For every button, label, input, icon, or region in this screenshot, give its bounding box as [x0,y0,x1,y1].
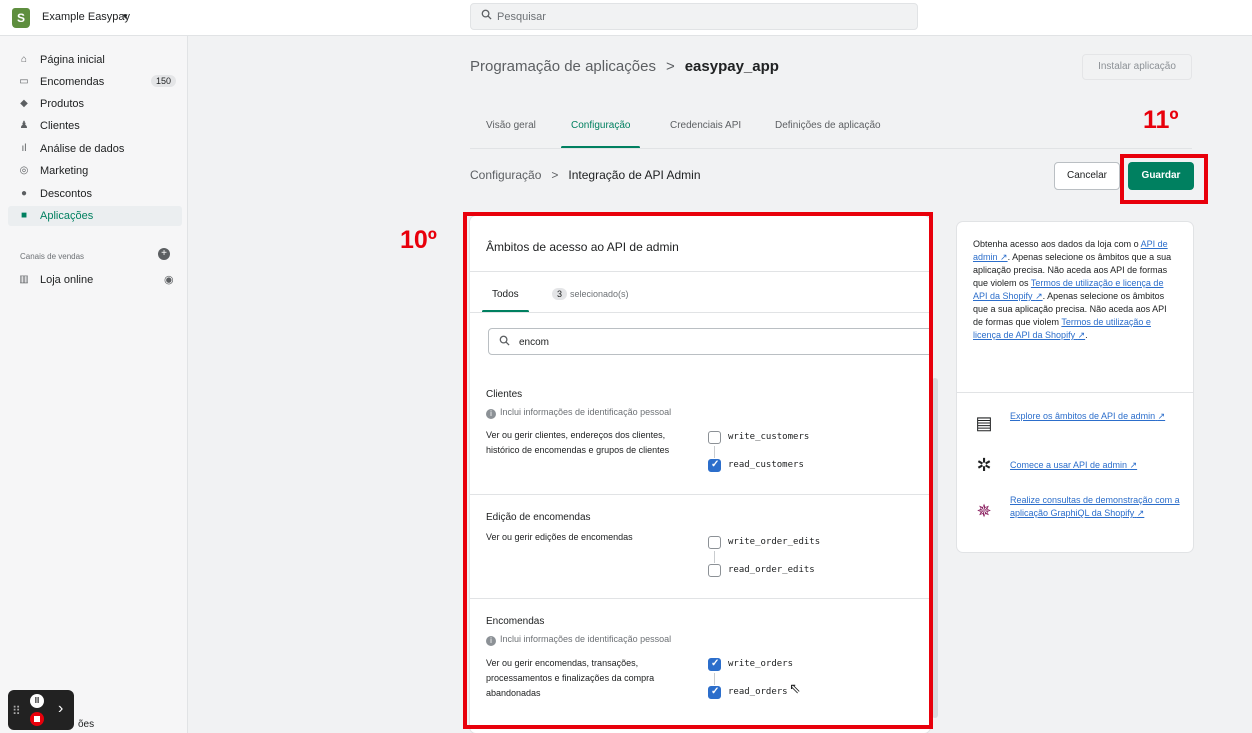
info-text: Obtenha acesso aos dados da loja com o [973,239,1141,249]
document-icon: ▤ [975,413,993,433]
chevron-right-icon[interactable]: › [58,700,63,718]
link-label: Realize consultas de demonstração com a … [1010,495,1180,518]
sidebar-item-customers[interactable]: ♟ Clientes [8,116,182,136]
link-label: Explore os âmbitos de API de admin [1010,411,1156,421]
shopify-bag-icon[interactable]: S [12,8,30,28]
breadcrumb-parent[interactable]: Programação de aplicações [470,58,656,75]
info-text: . [1085,330,1088,340]
tabs-divider [470,148,1192,149]
page-title: easypay_app [684,58,779,75]
add-channel-icon[interactable]: + [158,248,170,260]
breadcrumb: Programação de aplicações > easypay_app [470,58,779,75]
top-bar: S Example Easypay ▾ Pesquisar [0,0,1252,36]
home-icon: ⌂ [20,54,28,65]
drag-handle-icon[interactable]: ⠿ [12,704,21,718]
search-input[interactable]: Pesquisar [470,3,918,30]
tab-api-credentials[interactable]: Credenciais API [670,120,741,131]
tag-icon: ◆ [20,98,28,109]
store-switcher-label[interactable]: Example Easypay [42,11,130,23]
analytics-icon: ıl [21,143,27,154]
pause-icon[interactable]: II [30,694,44,708]
eye-icon[interactable]: ◉ [164,274,176,286]
sidebar-item-label: Loja online [40,274,94,286]
sales-channels-heading: Canais de vendas [20,252,85,261]
sidebar-item-analytics[interactable]: ıl Análise de dados [8,139,182,159]
search-placeholder: Pesquisar [497,11,546,23]
marketing-icon: ◎ [19,165,29,176]
graphiql-icon: ✵ [976,501,992,521]
sidebar-item-label: Página inicial [40,54,105,66]
store-icon: ▥ [19,274,29,285]
step-10-annotation: 10º [400,226,437,254]
sidebar-item-label: Clientes [40,120,80,132]
sidebar-item-label: Marketing [40,165,89,177]
sidebar-item-label: Aplicações [40,210,94,222]
sidebar-item-online-store[interactable]: ▥ Loja online ◉ [8,270,182,290]
external-link-icon: ↗ [1000,252,1008,262]
chevron-down-icon[interactable]: ▾ [123,11,128,22]
orders-icon: ▭ [19,76,29,87]
mouse-cursor-icon: ⇖ [789,680,801,696]
search-icon [481,9,492,20]
tab-app-settings[interactable]: Definições de aplicação [775,120,881,131]
sidebar-item-marketing[interactable]: ◎ Marketing [8,161,182,181]
tab-overview[interactable]: Visão geral [486,120,536,131]
sidebar-item-orders[interactable]: ▭ Encomendas 150 [8,72,182,92]
sidebar-item-label: Descontos [40,188,92,200]
screen-recorder-widget: ⠿ II › [8,690,74,730]
sub-breadcrumb: Configuração > Integração de API Admin [470,168,701,182]
breadcrumb-separator: > [551,168,559,182]
gear-graph-icon: ✲ [976,455,992,475]
sidebar: ⌂ Página inicial ▭ Encomendas 150 ◆ Prod… [0,36,188,733]
discount-icon: ● [20,188,28,199]
sidebar-partial-label: ões [78,719,95,730]
customers-icon: ♟ [19,120,29,131]
sidebar-item-label: Análise de dados [40,143,125,155]
external-link-icon: ↗ [1136,508,1145,518]
external-link-icon: ↗ [1157,411,1166,421]
graphiql-link[interactable]: Realize consultas de demonstração com a … [1010,494,1180,520]
link-label: Comece a usar API de admin [1010,460,1128,470]
explore-scopes-link[interactable]: Explore os âmbitos de API de admin ↗ [1010,410,1180,423]
info-card: Obtenha acesso aos dados da loja com o A… [957,222,1193,552]
divider [957,392,1193,393]
external-link-icon: ↗ [1035,291,1043,301]
save-highlight-box [1120,154,1208,204]
sidebar-item-discounts[interactable]: ● Descontos [8,184,182,204]
info-description: Obtenha acesso aos dados da loja com o A… [973,238,1179,342]
orders-count-badge: 150 [150,75,176,87]
external-link-icon: ↗ [1129,460,1138,470]
get-started-link[interactable]: Comece a usar API de admin ↗ [1010,459,1180,472]
install-app-button[interactable]: Instalar aplicação [1082,54,1192,80]
external-link-icon: ↗ [1077,330,1086,340]
cancel-button[interactable]: Cancelar [1054,162,1120,190]
scopes-highlight-box [463,212,933,729]
apps-icon: ■ [20,210,28,221]
step-11-annotation: 11º [1143,106,1179,134]
section-title: Integração de API Admin [568,168,701,182]
breadcrumb-separator: > [665,58,675,75]
sidebar-item-home[interactable]: ⌂ Página inicial [8,50,182,70]
sidebar-item-apps[interactable]: ■ Aplicações [8,206,182,226]
sidebar-item-label: Produtos [40,98,85,110]
stop-record-icon[interactable] [30,712,44,726]
sidebar-item-products[interactable]: ◆ Produtos [8,94,182,114]
tab-configuration[interactable]: Configuração [560,120,642,149]
sidebar-item-label: Encomendas [40,76,105,88]
sub-breadcrumb-parent[interactable]: Configuração [470,168,541,182]
